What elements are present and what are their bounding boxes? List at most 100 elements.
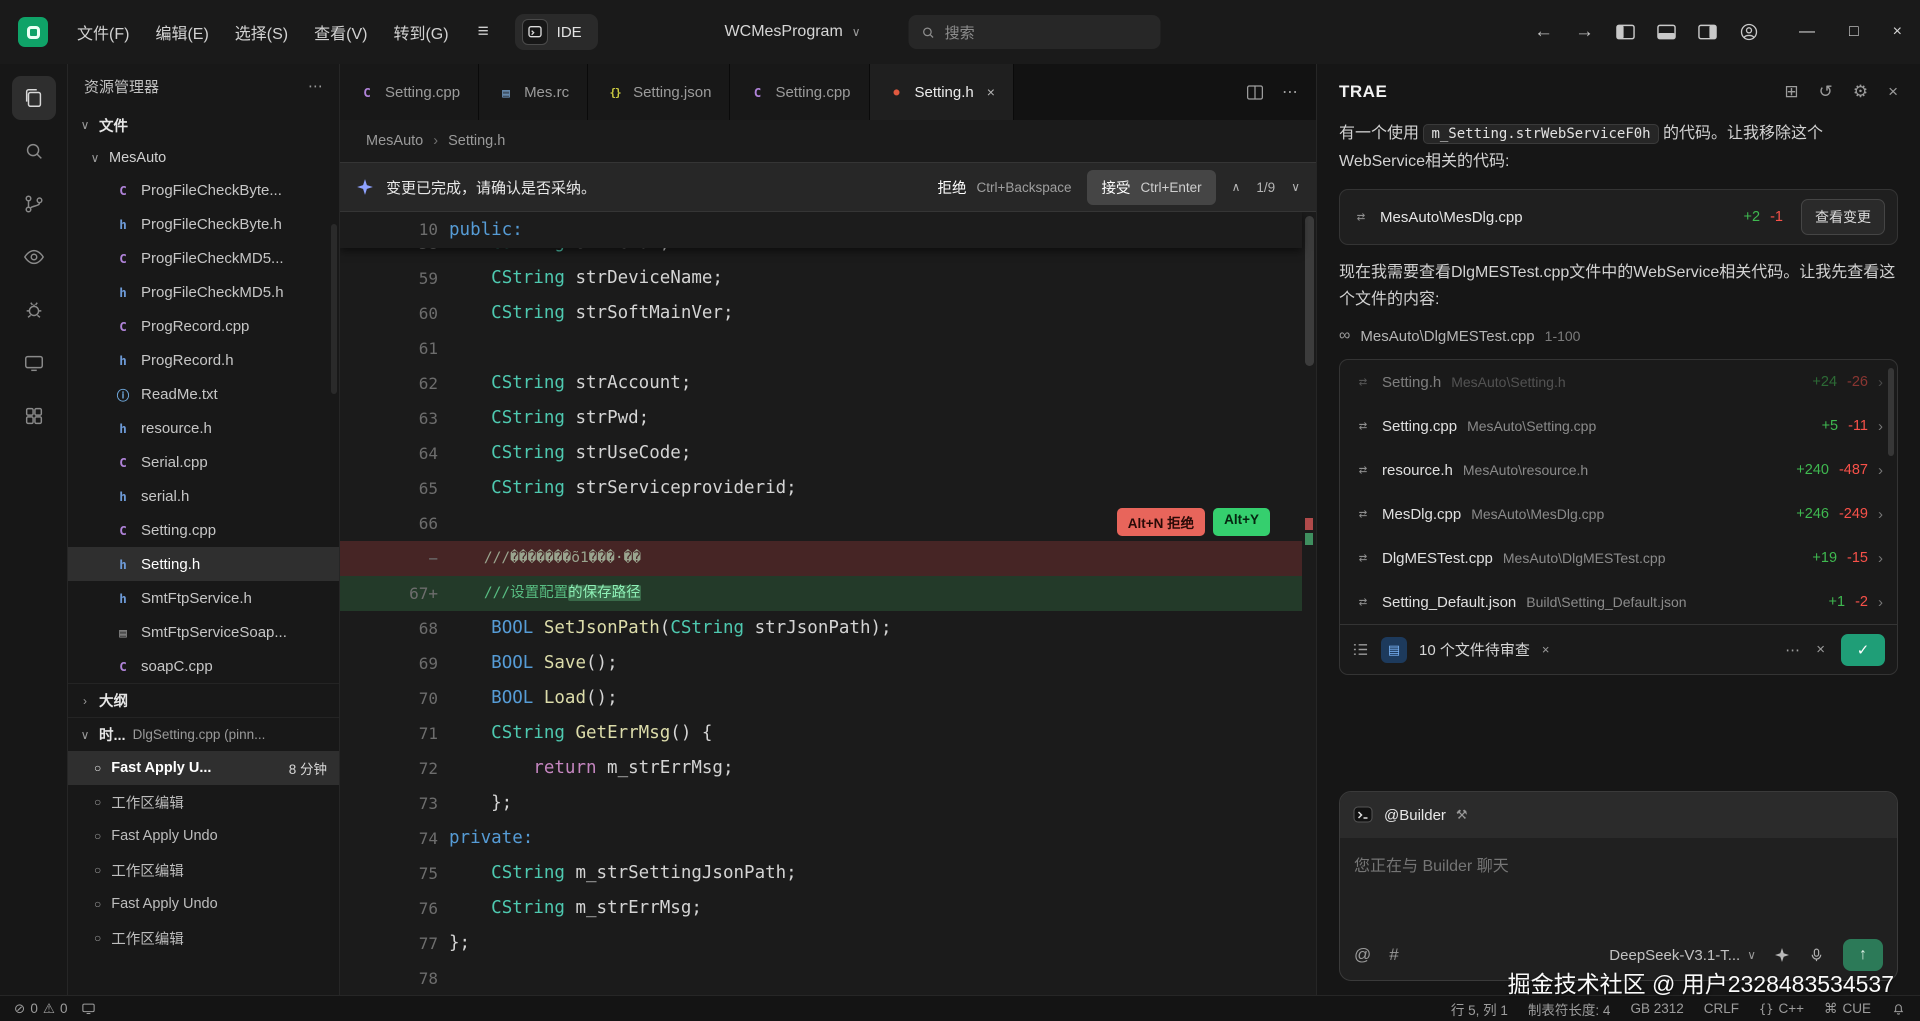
breadcrumb-item[interactable]: MesAuto [366,133,423,149]
tab-Setting.json[interactable]: {}Setting.json [588,64,730,120]
view-changes-button[interactable]: 查看变更 [1801,199,1885,235]
timeline-item[interactable]: ○Fast Apply Undo [68,887,339,921]
next-change-icon[interactable]: ∨ [1291,180,1300,194]
menu-view[interactable]: 查看(V) [301,12,380,52]
tab-size[interactable]: 制表符长度: 4 [1528,999,1611,1019]
terminal-icon[interactable] [12,341,56,385]
toggle-bottom-panel-icon[interactable] [1657,24,1676,40]
change-card[interactable]: ⇄ MesAuto\MesDlg.cpp +2 -1 查看变更 [1339,189,1898,245]
file-ProgRecord.cpp[interactable]: CProgRecord.cpp [68,309,339,343]
sidebar-scrollbar[interactable] [331,224,337,394]
files-section-header[interactable]: ∨ 文件 [68,108,339,142]
toggle-right-panel-icon[interactable] [1698,24,1717,40]
mention-icon[interactable]: @ [1354,945,1371,965]
forward-icon[interactable]: → [1575,21,1594,43]
file-soapC.cpp[interactable]: CsoapC.cpp [68,649,339,683]
toggle-left-panel-icon[interactable] [1616,24,1635,40]
hamburger-menu-icon[interactable]: ≡ [462,21,505,43]
tab-Setting.h[interactable]: ●Setting.h× [870,64,1014,120]
accept-hunk-badge[interactable]: Alt+Y [1213,508,1270,536]
document-icon[interactable]: ▤ [1381,637,1407,663]
language-mode[interactable]: {}C++ [1759,1001,1804,1016]
notifications-bell-icon[interactable] [1891,1001,1906,1016]
menu-edit[interactable]: 编辑(E) [142,12,221,52]
dismiss-review-icon[interactable]: × [1542,642,1550,657]
preview-icon[interactable] [12,235,56,279]
folder-mesauto[interactable]: ∨ MesAuto [68,142,339,173]
menu-file[interactable]: 文件(F) [64,12,142,52]
outline-section-header[interactable]: › 大纲 [68,683,339,717]
microphone-icon[interactable] [1808,947,1825,964]
timeline-item[interactable]: ○工作区编辑 [68,785,339,819]
search-panel-icon[interactable] [12,129,56,173]
breadcrumb-item[interactable]: Setting.h [448,133,505,149]
encoding[interactable]: GB 2312 [1630,1001,1683,1016]
editor-scrollbar[interactable] [1302,212,1316,995]
accept-button[interactable]: 接受 Ctrl+Enter [1087,170,1215,205]
more-actions-icon[interactable]: ⋯ [1785,641,1800,659]
account-icon[interactable] [1739,22,1759,42]
settings-gear-icon[interactable]: ⚙ [1853,82,1868,102]
reject-hunk-badge[interactable]: Alt+N 拒绝 [1117,508,1205,536]
file-ProgFileCheckByte...[interactable]: CProgFileCheckByte... [68,173,339,207]
tab-Setting.cpp[interactable]: CSetting.cpp [730,64,869,120]
code-editor[interactable]: 58 CString strTCNum;59 CString strDevice… [340,212,1316,995]
checklist-icon[interactable] [1352,642,1369,657]
editor-more-icon[interactable]: ⋯ [1282,82,1298,102]
cue-button[interactable]: ⌘CUE [1824,1001,1871,1017]
context-icon[interactable]: # [1389,945,1398,965]
cursor-position[interactable]: 行 5, 列 1 [1451,999,1508,1019]
changed-file-row[interactable]: ⇄MesDlg.cppMesAuto\MesDlg.cpp+246-249› [1340,492,1897,536]
changed-file-row[interactable]: ⇄DlgMESTest.cppMesAuto\DlgMESTest.cpp+19… [1340,536,1897,580]
file-ProgRecord.h[interactable]: hProgRecord.h [68,343,339,377]
project-selector[interactable]: WCMesProgram ∨ [725,23,861,41]
split-editor-icon[interactable] [1246,84,1264,101]
file-ReadMe.txt[interactable]: ⓘReadMe.txt [68,377,339,411]
maximize-button[interactable]: □ [1849,23,1859,41]
changed-file-row[interactable]: ⇄resource.hMesAuto\resource.h+240-487› [1340,448,1897,492]
file-resource.h[interactable]: hresource.h [68,411,339,445]
minimize-button[interactable]: — [1799,23,1815,41]
history-icon[interactable]: ↺ [1819,82,1833,102]
changed-file-row[interactable]: ⇄Setting.hMesAuto\Setting.h+24-26› [1340,360,1897,404]
search-input[interactable]: 搜索 [909,15,1161,49]
model-selector[interactable]: DeepSeek-V3.1-T... ∨ [1609,947,1756,964]
file-read-row[interactable]: ∞ MesAuto\DlgMESTest.cpp 1-100 [1339,327,1898,345]
agent-tools-icon[interactable]: ⚒ [1456,807,1468,823]
reject-button[interactable]: 拒绝 Ctrl+Backspace [938,177,1072,198]
changed-file-row[interactable]: ⇄Setting_Default.jsonBuild\Setting_Defau… [1340,580,1897,624]
timeline-item[interactable]: ○工作区编辑 [68,921,339,955]
back-icon[interactable]: ← [1534,21,1553,43]
file-serial.h[interactable]: hserial.h [68,479,339,513]
file-ProgFileCheckByte.h[interactable]: hProgFileCheckByte.h [68,207,339,241]
file-Serial.cpp[interactable]: CSerial.cpp [68,445,339,479]
problems-indicator[interactable]: ⊘0 ⚠0 [14,1001,67,1017]
chat-message-input[interactable]: 您正在与 Builder 聊天 [1340,838,1897,930]
builder-agent-chip[interactable]: @Builder ⚒ [1340,792,1897,838]
extensions-icon[interactable] [12,394,56,438]
file-Setting.h[interactable]: hSetting.h [68,547,339,581]
file-SmtFtpServiceSoap...[interactable]: ▤SmtFtpServiceSoap... [68,615,339,649]
new-chat-icon[interactable]: ⊞ [1784,82,1798,102]
reject-all-icon[interactable]: × [1816,641,1825,658]
prev-change-icon[interactable]: ∧ [1232,180,1241,194]
close-panel-icon[interactable]: × [1888,82,1898,102]
debug-icon[interactable] [12,288,56,332]
close-icon[interactable]: × [987,84,995,100]
source-control-icon[interactable] [12,182,56,226]
eol-selector[interactable]: CRLF [1704,1001,1739,1016]
timeline-item[interactable]: ○工作区编辑 [68,853,339,887]
close-window-button[interactable]: × [1893,23,1902,41]
file-Setting.cpp[interactable]: CSetting.cpp [68,513,339,547]
file-ProgFileCheckMD5...[interactable]: CProgFileCheckMD5... [68,241,339,275]
ports-icon[interactable] [81,1001,96,1016]
explorer-icon[interactable] [12,76,56,120]
timeline-section-header[interactable]: ∨ 时... DlgSetting.cpp (pinn... [68,717,339,751]
changed-file-row[interactable]: ⇄Setting.cppMesAuto\Setting.cpp+5-11› [1340,404,1897,448]
ide-mode-button[interactable]: IDE [515,14,598,50]
accept-all-button[interactable]: ✓ [1841,634,1885,666]
tab-Setting.cpp[interactable]: CSetting.cpp [340,64,479,120]
explorer-more-icon[interactable]: ⋯ [308,77,323,95]
timeline-item[interactable]: ○Fast Apply Undo [68,819,339,853]
timeline-item[interactable]: ○Fast Apply U...8 分钟 [68,751,339,785]
